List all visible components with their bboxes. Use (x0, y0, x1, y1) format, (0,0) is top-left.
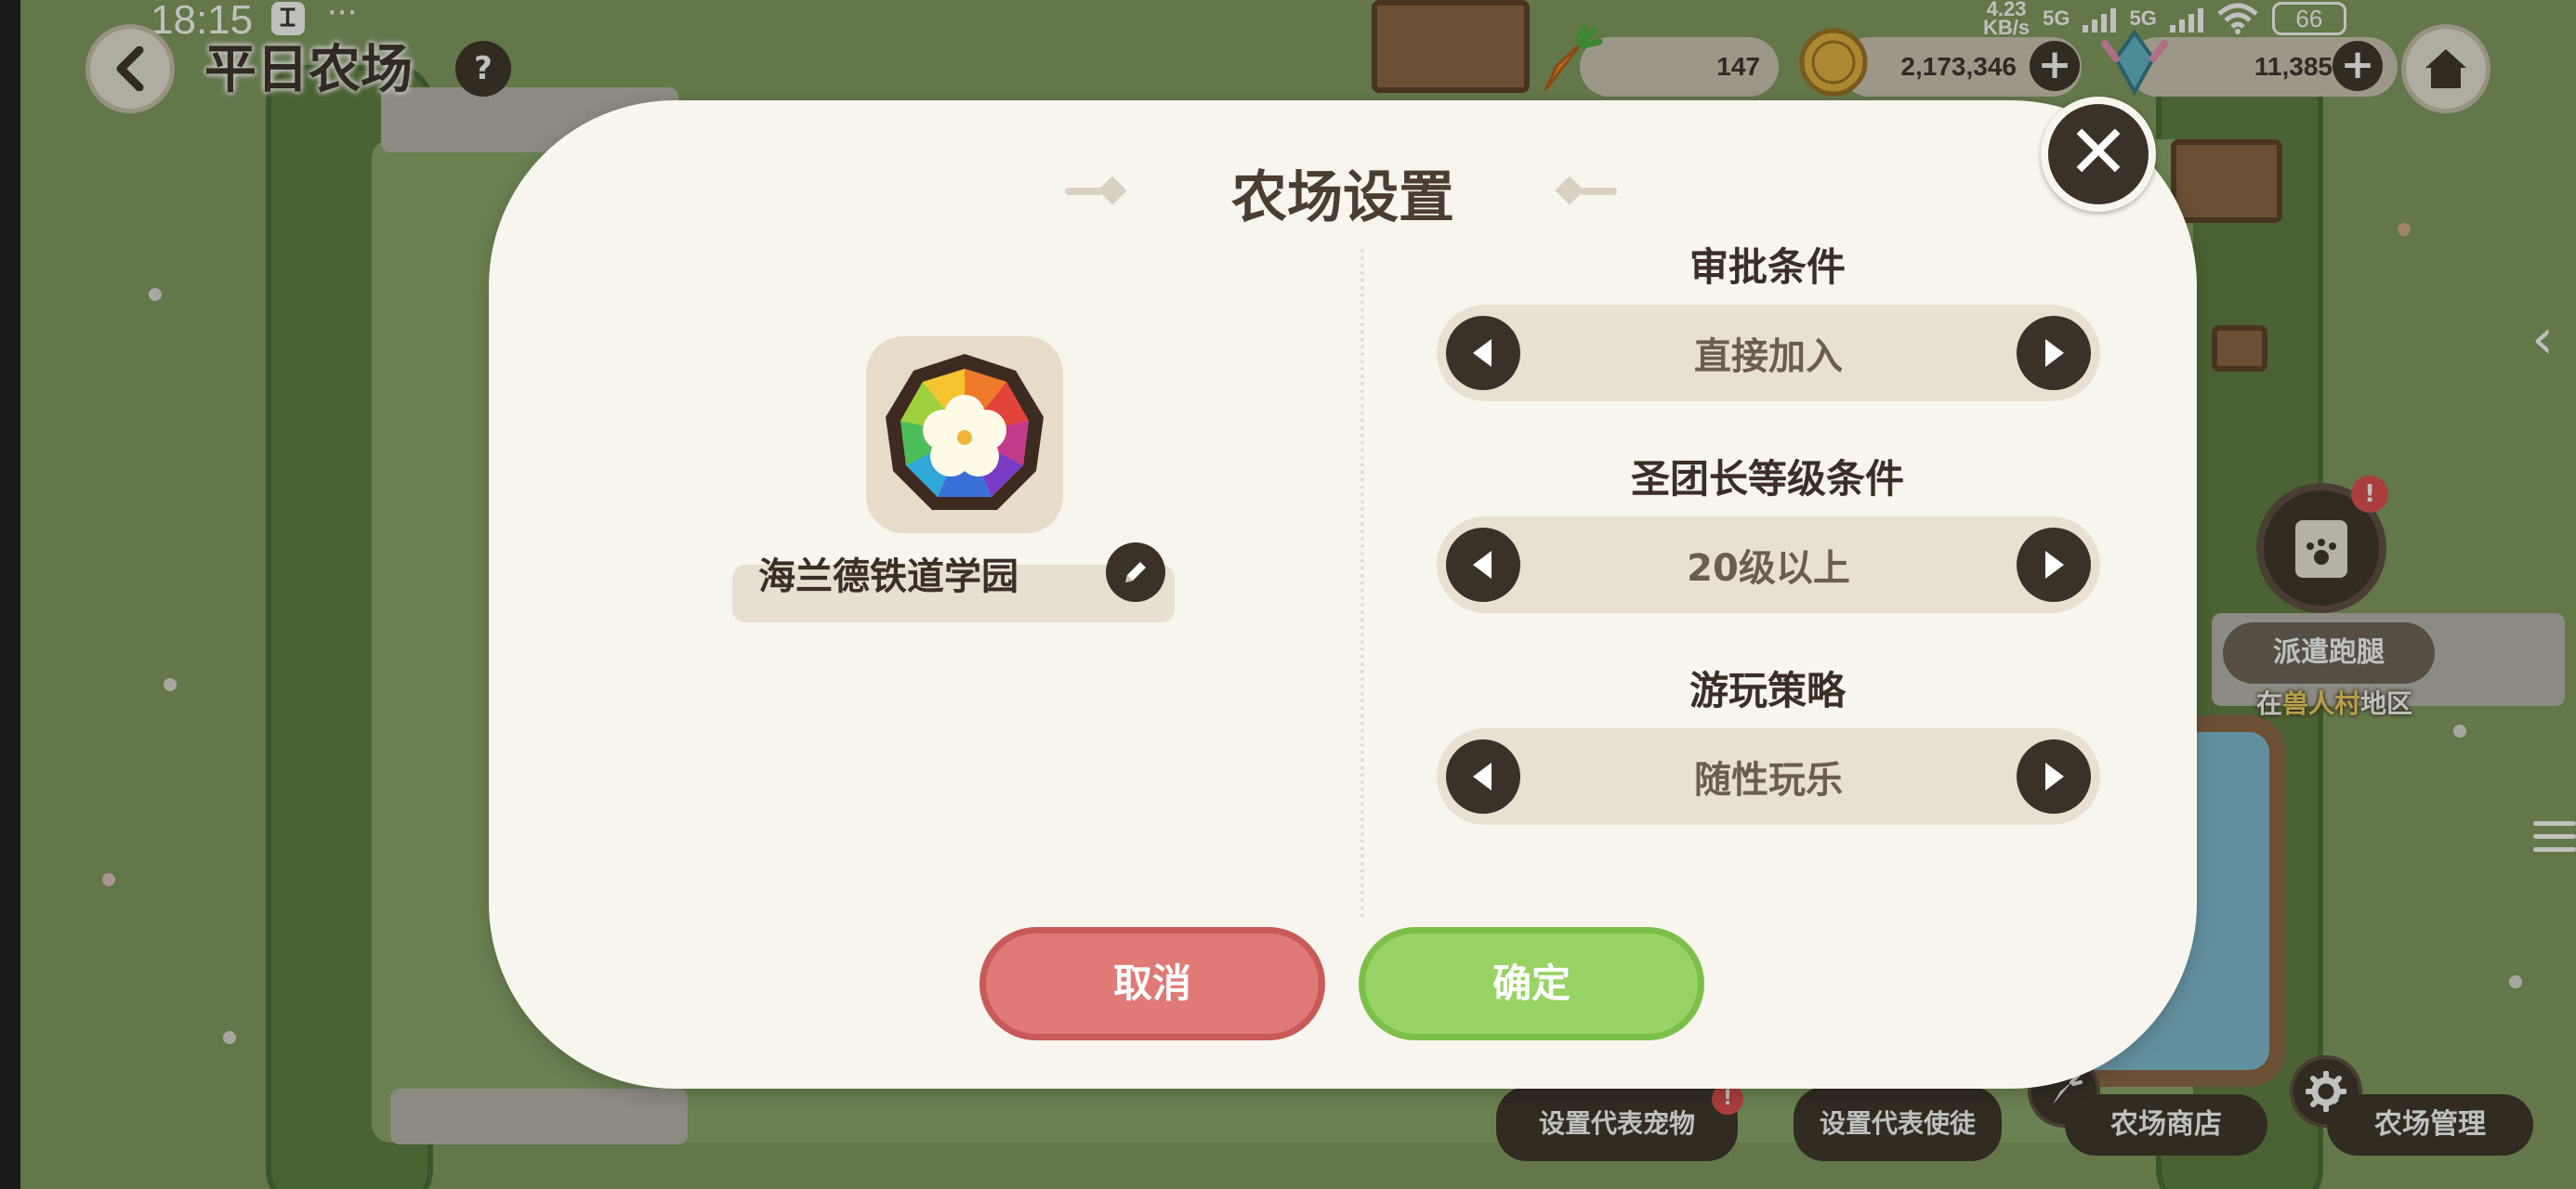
setting-label-play-style: 游玩策略 (1689, 668, 1846, 713)
confirm-button[interactable]: 确定 (1359, 927, 1704, 1040)
approval-next-button[interactable] (2017, 316, 2091, 390)
level-next-button[interactable] (2017, 528, 2091, 602)
triangle-right-icon (2045, 551, 2064, 579)
triangle-left-icon (1473, 339, 1492, 367)
play-style-value: 随性玩乐 (1694, 759, 1843, 802)
triangle-left-icon (1473, 763, 1492, 790)
title-decoration-left (1065, 176, 1130, 205)
play-style-next-button[interactable] (2017, 739, 2091, 814)
setting-label-level: 圣团长等级条件 (1630, 456, 1904, 502)
level-prev-button[interactable] (1446, 528, 1520, 602)
approval-value: 直接加入 (1694, 335, 1843, 378)
level-selector: 20级以上 (1437, 516, 2100, 613)
stained-glass-emblem-icon (886, 354, 1044, 510)
level-value: 20级以上 (1687, 547, 1850, 590)
approval-selector: 直接加入 (1437, 305, 2100, 401)
edit-name-button[interactable] (1106, 542, 1165, 602)
triangle-right-icon (2045, 763, 2064, 790)
title-decoration-right (1552, 176, 1617, 205)
dialog-divider (1360, 249, 1364, 918)
triangle-left-icon (1473, 551, 1492, 579)
play-style-prev-button[interactable] (1446, 739, 1520, 814)
close-dialog-button[interactable]: ✕ (2041, 97, 2156, 212)
farm-name: 海兰德铁道学园 (758, 555, 1019, 598)
pencil-icon (1125, 562, 1146, 582)
triangle-right-icon (2045, 339, 2064, 367)
approval-prev-button[interactable] (1446, 316, 1520, 390)
farm-settings-dialog: 农场设置 海兰德铁道学园 审批条件 直接加入 圣团长等级条件 20级以上 游玩策… (489, 100, 2197, 1089)
cancel-button[interactable]: 取消 (979, 927, 1325, 1040)
setting-label-approval: 审批条件 (1689, 244, 1846, 290)
farm-emblem[interactable] (866, 336, 1063, 533)
play-style-selector: 随性玩乐 (1437, 728, 2100, 825)
dialog-title: 农场设置 (1231, 165, 1454, 230)
